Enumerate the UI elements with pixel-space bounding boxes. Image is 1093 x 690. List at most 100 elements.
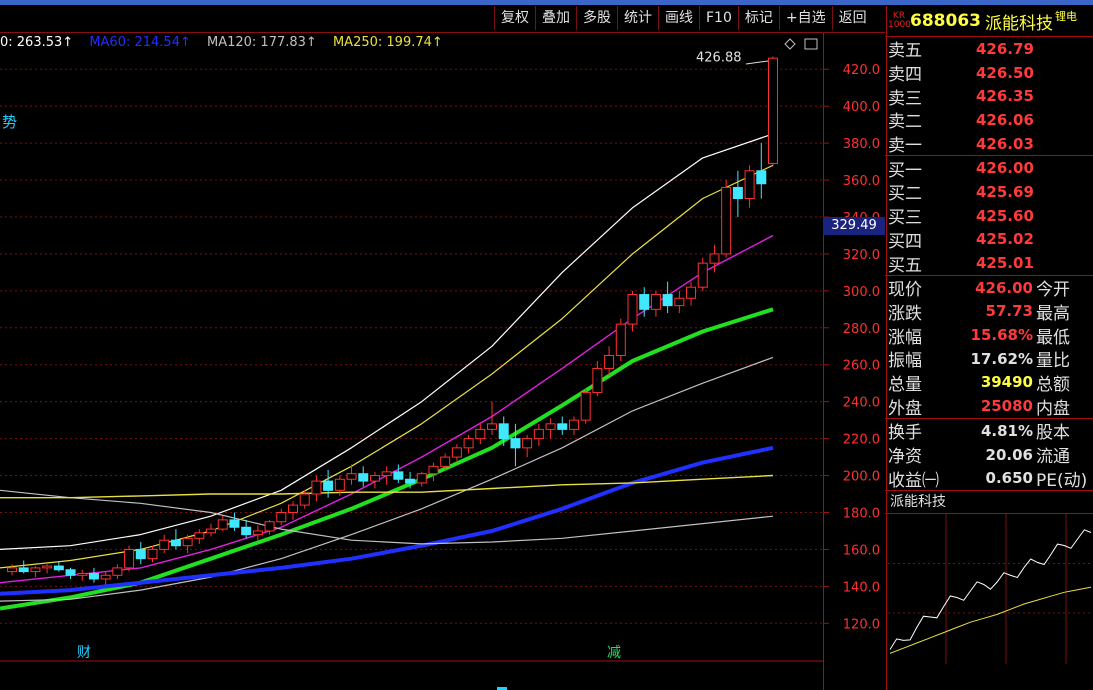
candle-body [568, 419, 579, 430]
order-level-label: 卖四 [888, 65, 922, 86]
price-axis-divider [823, 33, 824, 690]
order-level[interactable]: 卖四 426.50 [888, 61, 1093, 86]
stat-row: 振幅 17.62% 量比 [888, 347, 1093, 372]
candle-body [112, 567, 123, 576]
overlay-button[interactable]: 叠加 [535, 6, 576, 30]
order-level[interactable]: 买三 425.60 [888, 204, 1093, 229]
candle-body [428, 465, 439, 475]
stat-row: 净资 20.06 流通 [888, 443, 1093, 468]
candle-body [674, 297, 685, 307]
y-tick-label: 200.0 [843, 470, 880, 485]
candle-body [135, 548, 146, 560]
order-level[interactable]: 买五 425.01 [888, 251, 1093, 276]
statistics-button[interactable]: 统计 [617, 6, 658, 30]
y-tick-label: 120.0 [843, 617, 880, 632]
y-tick-label: 240.0 [843, 396, 880, 411]
order-level-label: 买一 [888, 160, 922, 181]
candle-body [147, 548, 158, 560]
candle-body [440, 456, 451, 467]
stat-label-secondary: 流通 [1036, 447, 1070, 468]
back-button[interactable]: 返回 [831, 6, 873, 30]
candle-body [206, 528, 217, 534]
intraday-mini-chart[interactable] [888, 514, 1093, 665]
candle-body [241, 526, 252, 536]
mini-average-line [889, 586, 1092, 654]
stat-value: 15.68% [970, 326, 1033, 345]
stat-value: 0.650 [985, 469, 1033, 488]
stat-row: 总量 39490 总额 [888, 371, 1093, 395]
stat-value: 4.81% [980, 421, 1033, 440]
candle-body [522, 438, 533, 449]
candle-body [182, 537, 193, 547]
candle-body [732, 186, 743, 200]
candle-body [686, 286, 697, 299]
order-level[interactable]: 买二 425.69 [888, 180, 1093, 205]
draw-line-button[interactable]: 画线 [658, 6, 699, 30]
peak-arrow [745, 60, 769, 65]
candles [7, 56, 778, 585]
order-level[interactable]: 卖三 426.35 [888, 84, 1093, 109]
order-level[interactable]: 买四 425.02 [888, 228, 1093, 252]
candle-body [264, 521, 275, 532]
ma-line [0, 307, 774, 611]
f10-button[interactable]: F10 [699, 6, 738, 30]
candle-body [650, 294, 661, 310]
order-level-label: 卖一 [888, 136, 922, 157]
candle-body [311, 480, 322, 495]
restore-rights-button[interactable]: 复权 [494, 6, 535, 30]
event-marker-jian[interactable]: 减 [607, 645, 621, 661]
candle-body [346, 473, 357, 480]
candle-body [709, 253, 720, 264]
candle-body [42, 565, 53, 569]
price-axis: 420.0400.0380.0360.0340.0320.0300.0280.0… [823, 63, 880, 632]
order-level-label: 买三 [888, 208, 922, 229]
candle-body [276, 511, 287, 523]
candle-body [604, 355, 615, 369]
order-level[interactable]: 卖一 426.03 [888, 132, 1093, 157]
order-level-price: 425.02 [976, 230, 1034, 249]
candle-body [100, 574, 111, 580]
window-top-strip [0, 0, 1093, 5]
candle-body [545, 423, 556, 430]
peak-price-label: 426.88 [696, 51, 742, 66]
order-level[interactable]: 卖二 426.06 [888, 108, 1093, 133]
order-level-price: 426.03 [976, 134, 1034, 153]
candlestick-chart[interactable]: 420.0400.0380.0360.0340.0320.0300.0280.0… [0, 33, 886, 690]
order-level-label: 买五 [888, 255, 922, 276]
stat-value: 57.73 [985, 302, 1033, 321]
stat-label: 总量 [888, 374, 922, 395]
order-level-price: 425.01 [976, 254, 1034, 273]
mini-chart-title: 派能科技 [890, 494, 946, 511]
candle-body [721, 186, 732, 255]
order-level[interactable]: 买一 426.00 [888, 156, 1093, 181]
y-tick-label: 320.0 [843, 248, 880, 263]
sector-label[interactable]: 锂电 [1055, 8, 1077, 24]
mark-button[interactable]: 标记 [737, 6, 779, 30]
y-tick-label: 220.0 [843, 433, 880, 448]
trend-label: 势 [2, 113, 17, 131]
candle-body [639, 294, 650, 310]
order-level-price: 426.50 [976, 63, 1034, 82]
event-marker-cai[interactable]: 财 [77, 645, 91, 661]
stat-row: 现价 426.00 今开 [888, 276, 1093, 301]
candle-body [252, 530, 263, 536]
order-level-price: 426.00 [976, 159, 1034, 178]
candle-body [194, 532, 205, 539]
order-level[interactable]: 卖五 426.79 [888, 37, 1093, 62]
candle-body [334, 478, 345, 491]
candle-body [170, 539, 181, 547]
stat-label-secondary: 最高 [1036, 303, 1070, 324]
stat-value: 39490 [980, 373, 1033, 392]
window-toggle-icon[interactable] [804, 38, 818, 50]
order-level-label: 买二 [888, 184, 922, 205]
current-price-tag: 329.49 [823, 217, 885, 235]
ma-line [0, 164, 774, 569]
stat-label-secondary: 总额 [1036, 374, 1070, 395]
candle-body [323, 480, 334, 491]
stat-label-secondary: 最低 [1036, 327, 1070, 348]
add-favorite-button[interactable]: +自选 [778, 6, 832, 30]
stock-name: 派能科技 [984, 13, 1053, 34]
multi-stock-button[interactable]: 多股 [576, 6, 617, 30]
diamond-icon[interactable] [784, 38, 796, 50]
candle-body [592, 367, 603, 393]
